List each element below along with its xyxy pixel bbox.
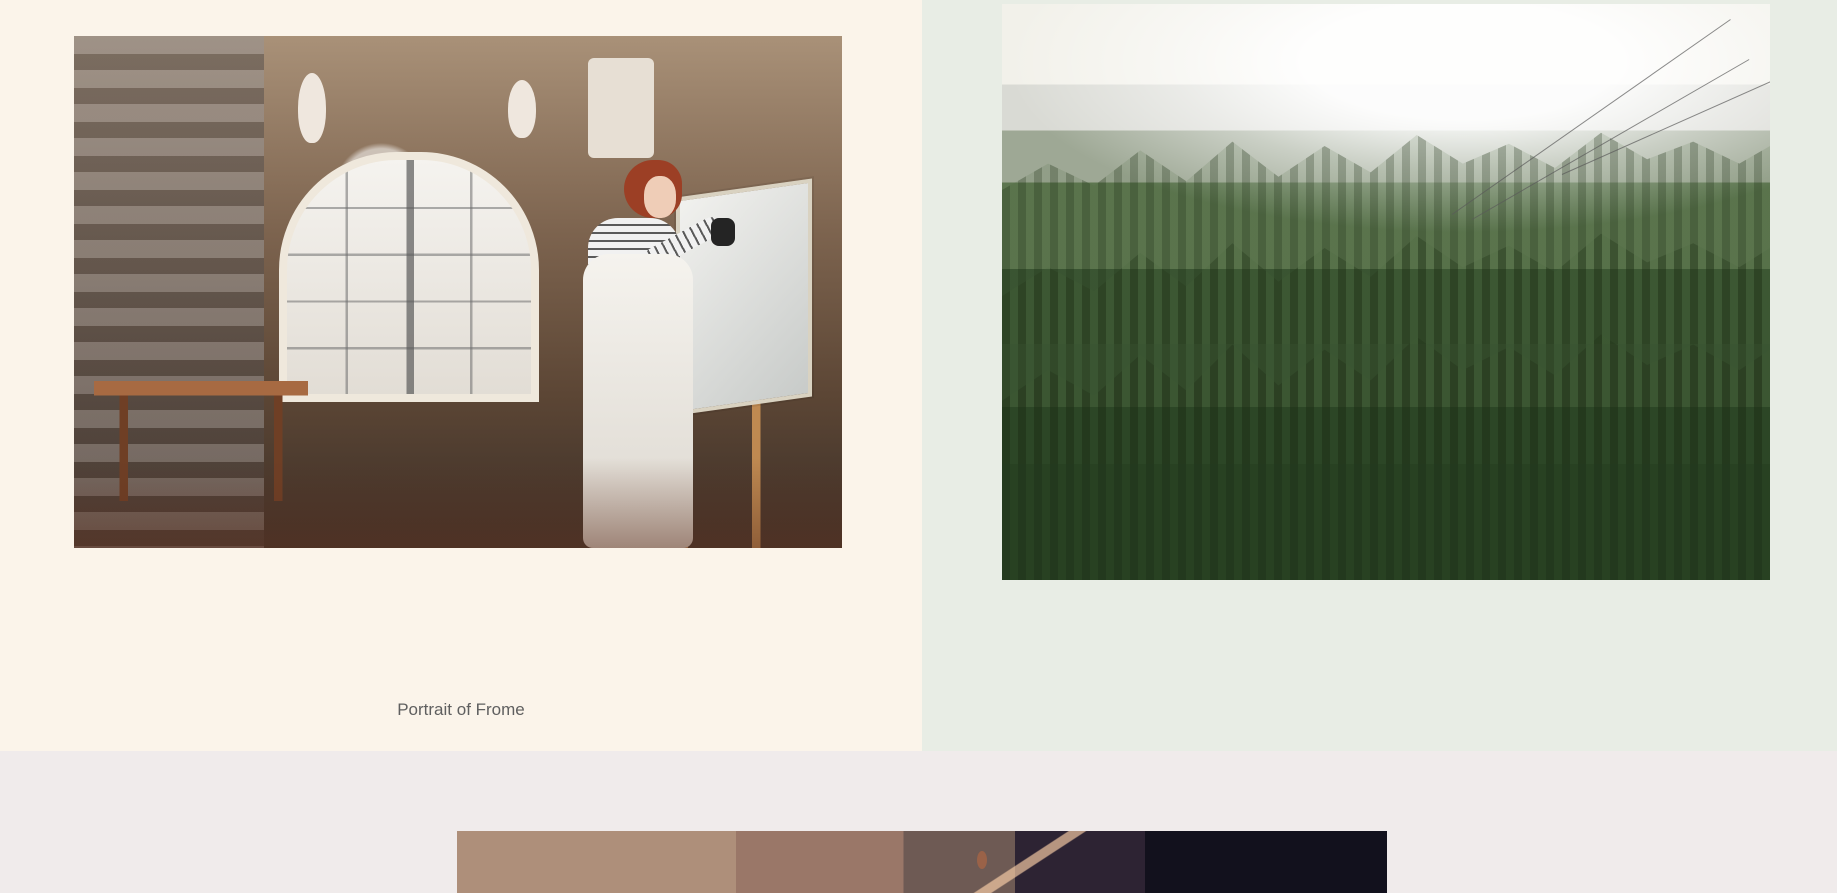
hanging-portrait [588,58,654,158]
mask-right [508,80,536,138]
mask-left [298,73,326,143]
gallery-caption: Portrait of Frome [397,700,525,719]
gallery-card-left: Portrait of Frome [0,0,922,751]
artist-face [644,176,676,218]
artist-glove [711,218,735,246]
artist-studio-image[interactable] [74,36,842,548]
forest-image[interactable] [1002,4,1770,580]
gallery-card-bottom [0,751,1837,893]
gallery-card-right [922,0,1837,751]
arched-window [279,152,539,402]
studio-floor [74,458,842,548]
bottom-image[interactable] [457,831,1387,893]
